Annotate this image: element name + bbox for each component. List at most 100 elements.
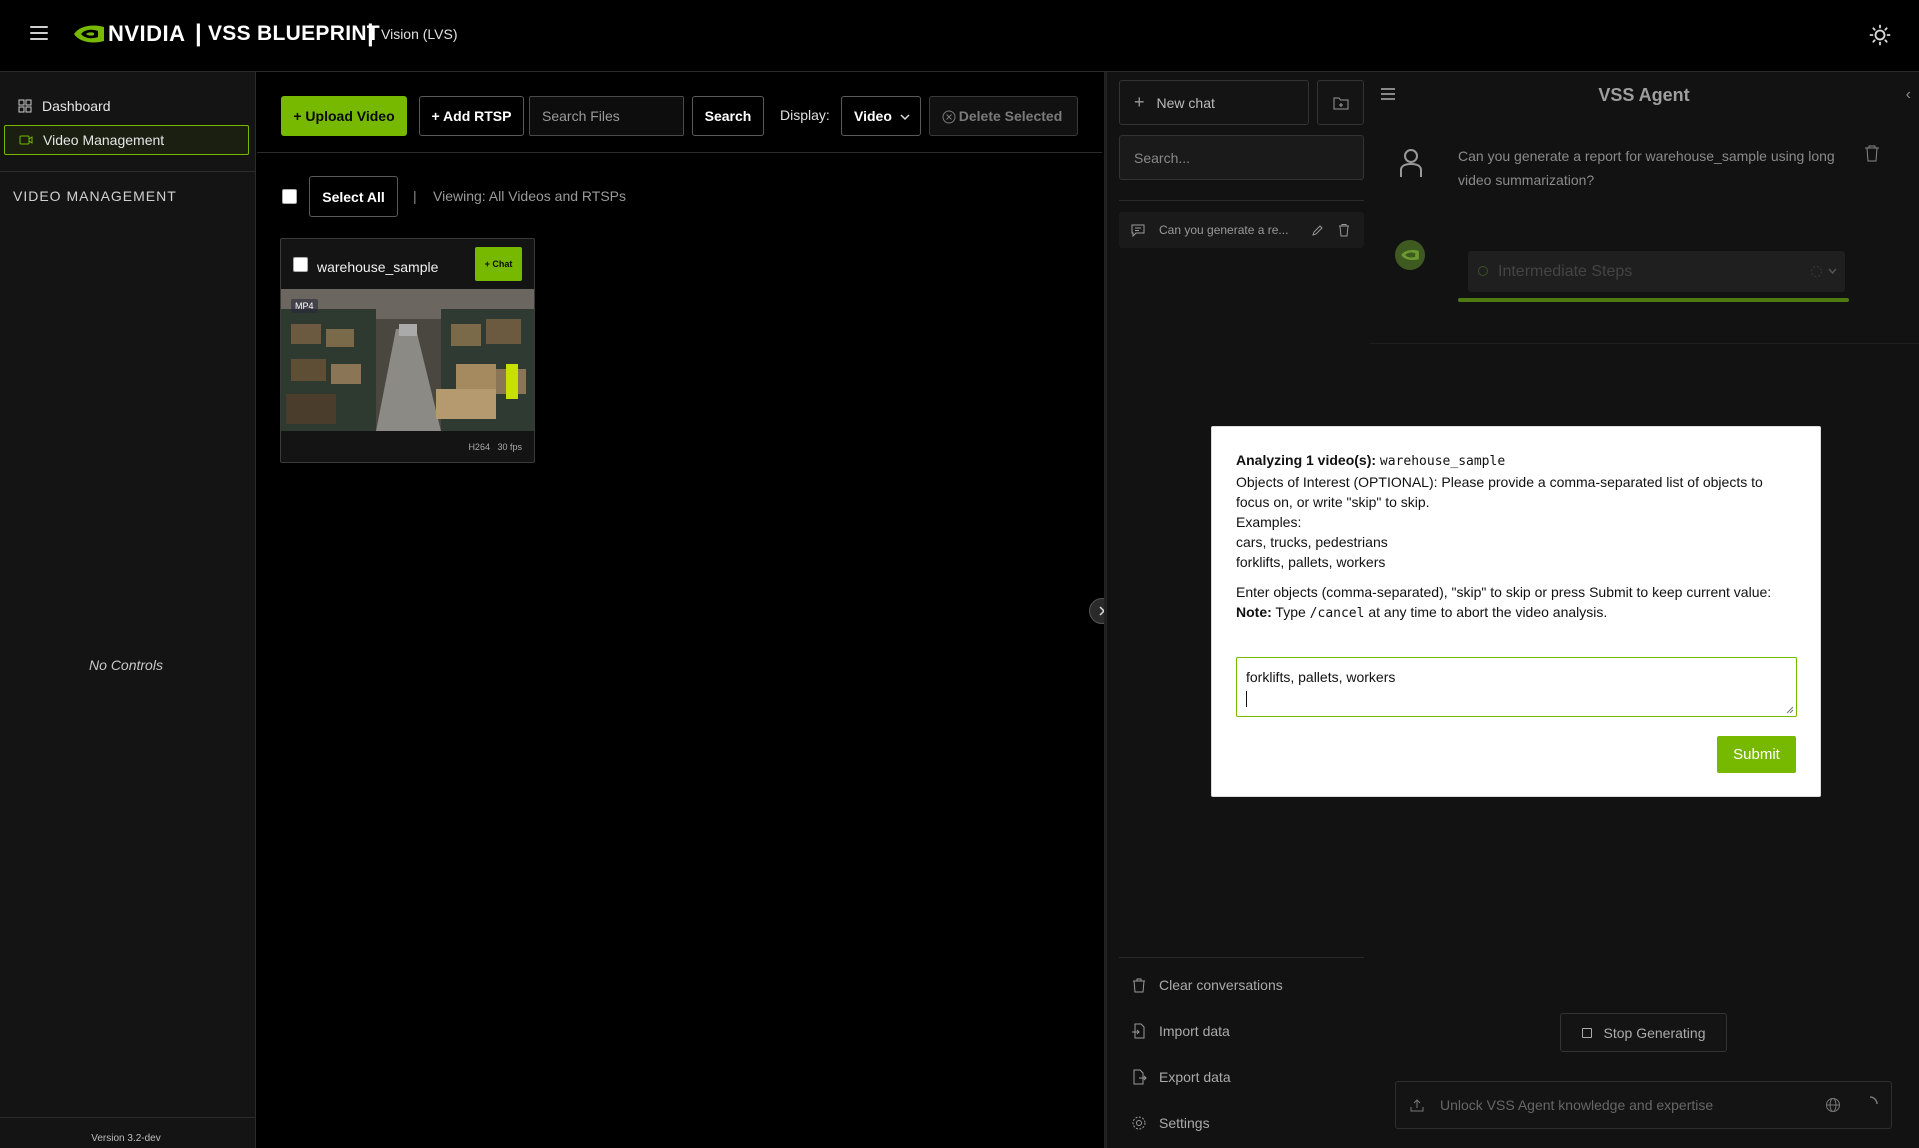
loading-spinner-icon <box>1869 1096 1878 1105</box>
top-header: NVIDIA | VSS BLUEPRINT | Vision (LVS) <box>0 0 1919 72</box>
user-message: Can you generate a report for warehouse_… <box>1458 148 1835 188</box>
upload-video-button[interactable]: + Upload Video <box>281 96 407 136</box>
hamburger-menu-icon[interactable] <box>30 26 48 40</box>
note-post: at any time to abort the video analysis. <box>1368 604 1608 620</box>
objects-textarea[interactable]: forklifts, pallets, workers <box>1236 657 1797 717</box>
sidebar-divider <box>0 171 256 172</box>
grid-icon <box>18 99 32 113</box>
logo-text: NVIDIA <box>108 21 186 46</box>
collapse-panel-icon[interactable]: ‹ <box>1906 86 1911 104</box>
cancel-command: /cancel <box>1309 606 1365 621</box>
video-thumbnail[interactable]: MP4 <box>281 289 534 431</box>
gear-icon <box>1132 1116 1146 1130</box>
trash-icon[interactable] <box>1864 144 1880 162</box>
new-chat-button[interactable]: + New chat <box>1119 80 1309 125</box>
upload-icon[interactable] <box>1410 1098 1424 1113</box>
pencil-icon[interactable] <box>1311 224 1324 237</box>
stop-icon <box>1581 1027 1592 1038</box>
video-icon <box>19 135 33 145</box>
search-files-input[interactable]: Search Files <box>529 96 684 136</box>
select-all-checkbox[interactable] <box>282 189 297 204</box>
display-label: Display: <box>780 107 830 123</box>
sidebar-item-video-management[interactable]: Video Management <box>4 125 249 155</box>
action-label: Clear conversations <box>1159 977 1283 993</box>
history-divider <box>1119 200 1364 201</box>
assistant-avatar <box>1395 240 1425 270</box>
plus-icon: + <box>1134 92 1145 112</box>
example-line: cars, trucks, pedestrians <box>1236 534 1388 550</box>
note-label: Note: <box>1236 604 1272 620</box>
analyzing-line: Analyzing 1 video(s): warehouse_sample <box>1236 450 1796 472</box>
new-chat-label: New chat <box>1156 94 1215 111</box>
viewing-separator: | <box>413 188 417 204</box>
video-meta: H264 30 fps <box>468 442 522 452</box>
intermediate-steps-toggle[interactable]: Intermediate Steps <box>1468 251 1845 292</box>
status-dot-icon <box>1478 266 1488 276</box>
conversation-item[interactable]: Can you generate a re... <box>1119 212 1364 248</box>
submit-button[interactable]: Submit <box>1717 736 1796 773</box>
add-chat-button[interactable]: + Chat <box>475 247 522 281</box>
sidebar-section-title: VIDEO MANAGEMENT <box>13 188 177 204</box>
viewing-filter-text: Viewing: All Videos and RTSPs <box>433 188 627 204</box>
export-data-button[interactable]: Export data <box>1119 1057 1364 1097</box>
no-controls-text: No Controls <box>89 657 163 673</box>
header-separator: | <box>367 20 374 47</box>
video-name: warehouse_sample <box>317 259 439 275</box>
objects-of-interest-dialog: Analyzing 1 video(s): warehouse_sample O… <box>1211 426 1821 797</box>
delete-selected-label: Delete Selected <box>958 108 1063 124</box>
video-toolbar: + Upload Video + Add RTSP Search Files S… <box>257 72 1102 153</box>
sidebar-divider <box>0 1117 256 1118</box>
video-card-checkbox[interactable] <box>293 257 308 272</box>
video-card[interactable]: warehouse_sample + Chat MP4 H264 30 fps <box>280 238 535 463</box>
file-export-icon <box>1133 1069 1147 1085</box>
textarea-value: forklifts, pallets, workers <box>1246 669 1396 685</box>
action-label: Import data <box>1159 1023 1230 1039</box>
trash-icon[interactable] <box>1338 223 1350 237</box>
app-title: VSS BLUEPRINT <box>208 22 380 45</box>
display-select-value: Video <box>854 108 892 124</box>
chat-composer-input[interactable]: Unlock VSS Agent knowledge and expertise <box>1395 1081 1892 1129</box>
file-import-icon <box>1132 1023 1145 1039</box>
stop-generating-button[interactable]: Stop Generating <box>1560 1013 1727 1052</box>
import-data-button[interactable]: Import data <box>1119 1011 1364 1051</box>
conversation-search-input[interactable]: Search... <box>1119 135 1364 180</box>
left-sidebar: Dashboard Video Management VIDEO MANAGEM… <box>0 72 256 1148</box>
video-fps: 30 fps <box>497 442 522 452</box>
analyzing-video-name: warehouse_sample <box>1379 454 1506 469</box>
chat-bubble-icon <box>1131 224 1145 237</box>
add-rtsp-button[interactable]: + Add RTSP <box>419 96 524 136</box>
trash-icon <box>1133 978 1145 993</box>
sidebar-item-label: Video Management <box>43 132 165 148</box>
delete-selected-button[interactable]: Delete Selected <box>929 96 1078 136</box>
version-label: Version 3.2-dev <box>91 1133 161 1144</box>
new-folder-button[interactable] <box>1317 80 1364 125</box>
app-subtitle: Vision (LVS) <box>381 26 458 42</box>
globe-icon[interactable] <box>1825 1097 1841 1113</box>
settings-button[interactable]: Settings <box>1119 1103 1364 1143</box>
clear-conversations-button[interactable]: Clear conversations <box>1119 965 1364 1005</box>
prompt-text: Objects of Interest (OPTIONAL): Please p… <box>1236 474 1763 510</box>
text-caret <box>1246 691 1247 707</box>
format-badge: MP4 <box>291 299 318 313</box>
loading-spinner-icon <box>1811 266 1822 277</box>
nvidia-logo: NVIDIA <box>72 21 186 46</box>
dialog-body: Analyzing 1 video(s): warehouse_sample O… <box>1236 450 1796 624</box>
action-label: Export data <box>1159 1069 1231 1085</box>
sun-icon[interactable] <box>1869 24 1891 46</box>
action-label: Settings <box>1159 1115 1210 1131</box>
sidebar-item-dashboard[interactable]: Dashboard <box>4 91 249 121</box>
display-select[interactable]: Video <box>841 96 921 136</box>
stop-generating-label: Stop Generating <box>1603 1024 1706 1041</box>
nvidia-eye-icon <box>74 25 104 43</box>
folder-plus-icon <box>1333 97 1348 109</box>
note-pre: Type <box>1275 604 1306 620</box>
resize-handle-icon[interactable] <box>1786 706 1794 714</box>
intermediate-steps-label: Intermediate Steps <box>1498 262 1633 280</box>
note-line: Note: Type /cancel at any time to abort … <box>1236 602 1796 624</box>
x-circle-icon <box>942 110 956 124</box>
warehouse-thumbnail-image <box>281 289 534 431</box>
select-all-button[interactable]: Select All <box>309 176 398 217</box>
example-line: forklifts, pallets, workers <box>1236 554 1386 570</box>
video-codec: H264 <box>468 442 490 452</box>
search-button[interactable]: Search <box>692 96 764 136</box>
